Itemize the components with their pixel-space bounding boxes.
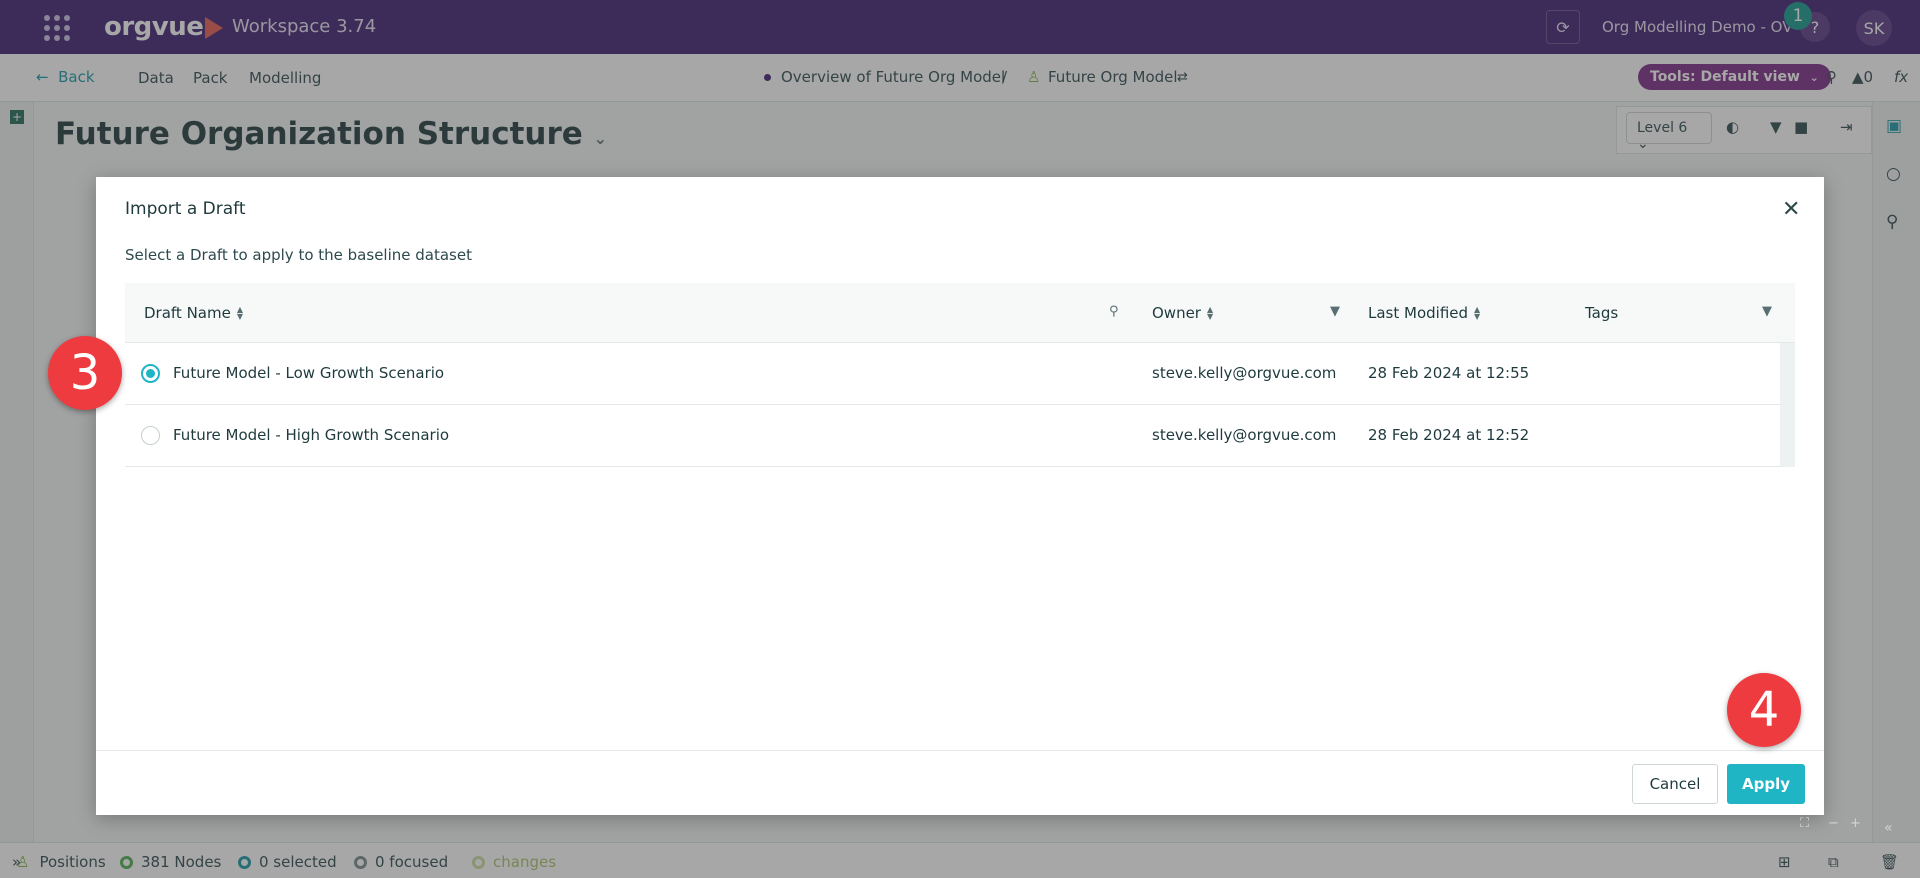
table-row[interactable]: Future Model - Low Growth Scenario steve… [125, 343, 1795, 405]
dialog-footer: Cancel Apply [96, 750, 1824, 815]
draft-modified: 28 Feb 2024 at 12:55 [1368, 364, 1530, 382]
import-draft-dialog: Import a Draft ✕ Select a Draft to apply… [96, 177, 1824, 815]
column-draft-name[interactable]: Draft Name ▲ ▼ [144, 304, 243, 322]
zoom-out-icon[interactable]: − [1828, 816, 1839, 831]
close-icon[interactable]: ✕ [1782, 199, 1800, 221]
zoom-in-icon[interactable]: + [1850, 816, 1861, 831]
collapse-icon[interactable]: « [1884, 820, 1893, 836]
column-tags[interactable]: Tags [1585, 304, 1618, 322]
sort-icon[interactable]: ▲ ▼ [237, 306, 243, 321]
step-marker-4: 4 [1727, 673, 1801, 747]
table-header: Draft Name ▲ ▼ ⚲ Owner ▲ ▼ ▼ Last Modified ▲ ▼… [125, 283, 1795, 343]
apply-button[interactable]: Apply [1727, 764, 1805, 804]
row-radio-selected[interactable] [141, 364, 160, 383]
drafts-table: Draft Name ▲ ▼ ⚲ Owner ▲ ▼ ▼ Last Modified ▲ ▼… [125, 283, 1795, 467]
cancel-button[interactable]: Cancel [1632, 764, 1718, 804]
step-marker-3: 3 [48, 336, 122, 410]
sort-icon[interactable]: ▲ ▼ [1474, 306, 1480, 321]
search-icon[interactable]: ⚲ [1109, 304, 1119, 319]
column-last-modified[interactable]: Last Modified ▲ ▼ [1368, 304, 1480, 322]
draft-modified: 28 Feb 2024 at 12:52 [1368, 426, 1530, 444]
draft-name: Future Model - High Growth Scenario [173, 426, 450, 444]
draft-owner: steve.kelly@orgvue.com [1152, 426, 1337, 444]
column-owner[interactable]: Owner ▲ ▼ [1152, 304, 1213, 322]
table-row[interactable]: Future Model - High Growth Scenario stev… [125, 405, 1795, 467]
dialog-subtitle: Select a Draft to apply to the baseline … [125, 246, 472, 264]
fit-icon[interactable]: ⛶ [1800, 816, 1809, 831]
filter-icon[interactable]: ▼ [1330, 304, 1340, 319]
draft-name: Future Model - Low Growth Scenario [173, 364, 445, 382]
filter-icon[interactable]: ▼ [1762, 304, 1772, 319]
row-radio[interactable] [141, 426, 160, 445]
dialog-title: Import a Draft [125, 199, 246, 219]
table-scrollbar[interactable] [1780, 343, 1795, 467]
sort-icon[interactable]: ▲ ▼ [1207, 306, 1213, 321]
draft-owner: steve.kelly@orgvue.com [1152, 364, 1337, 382]
